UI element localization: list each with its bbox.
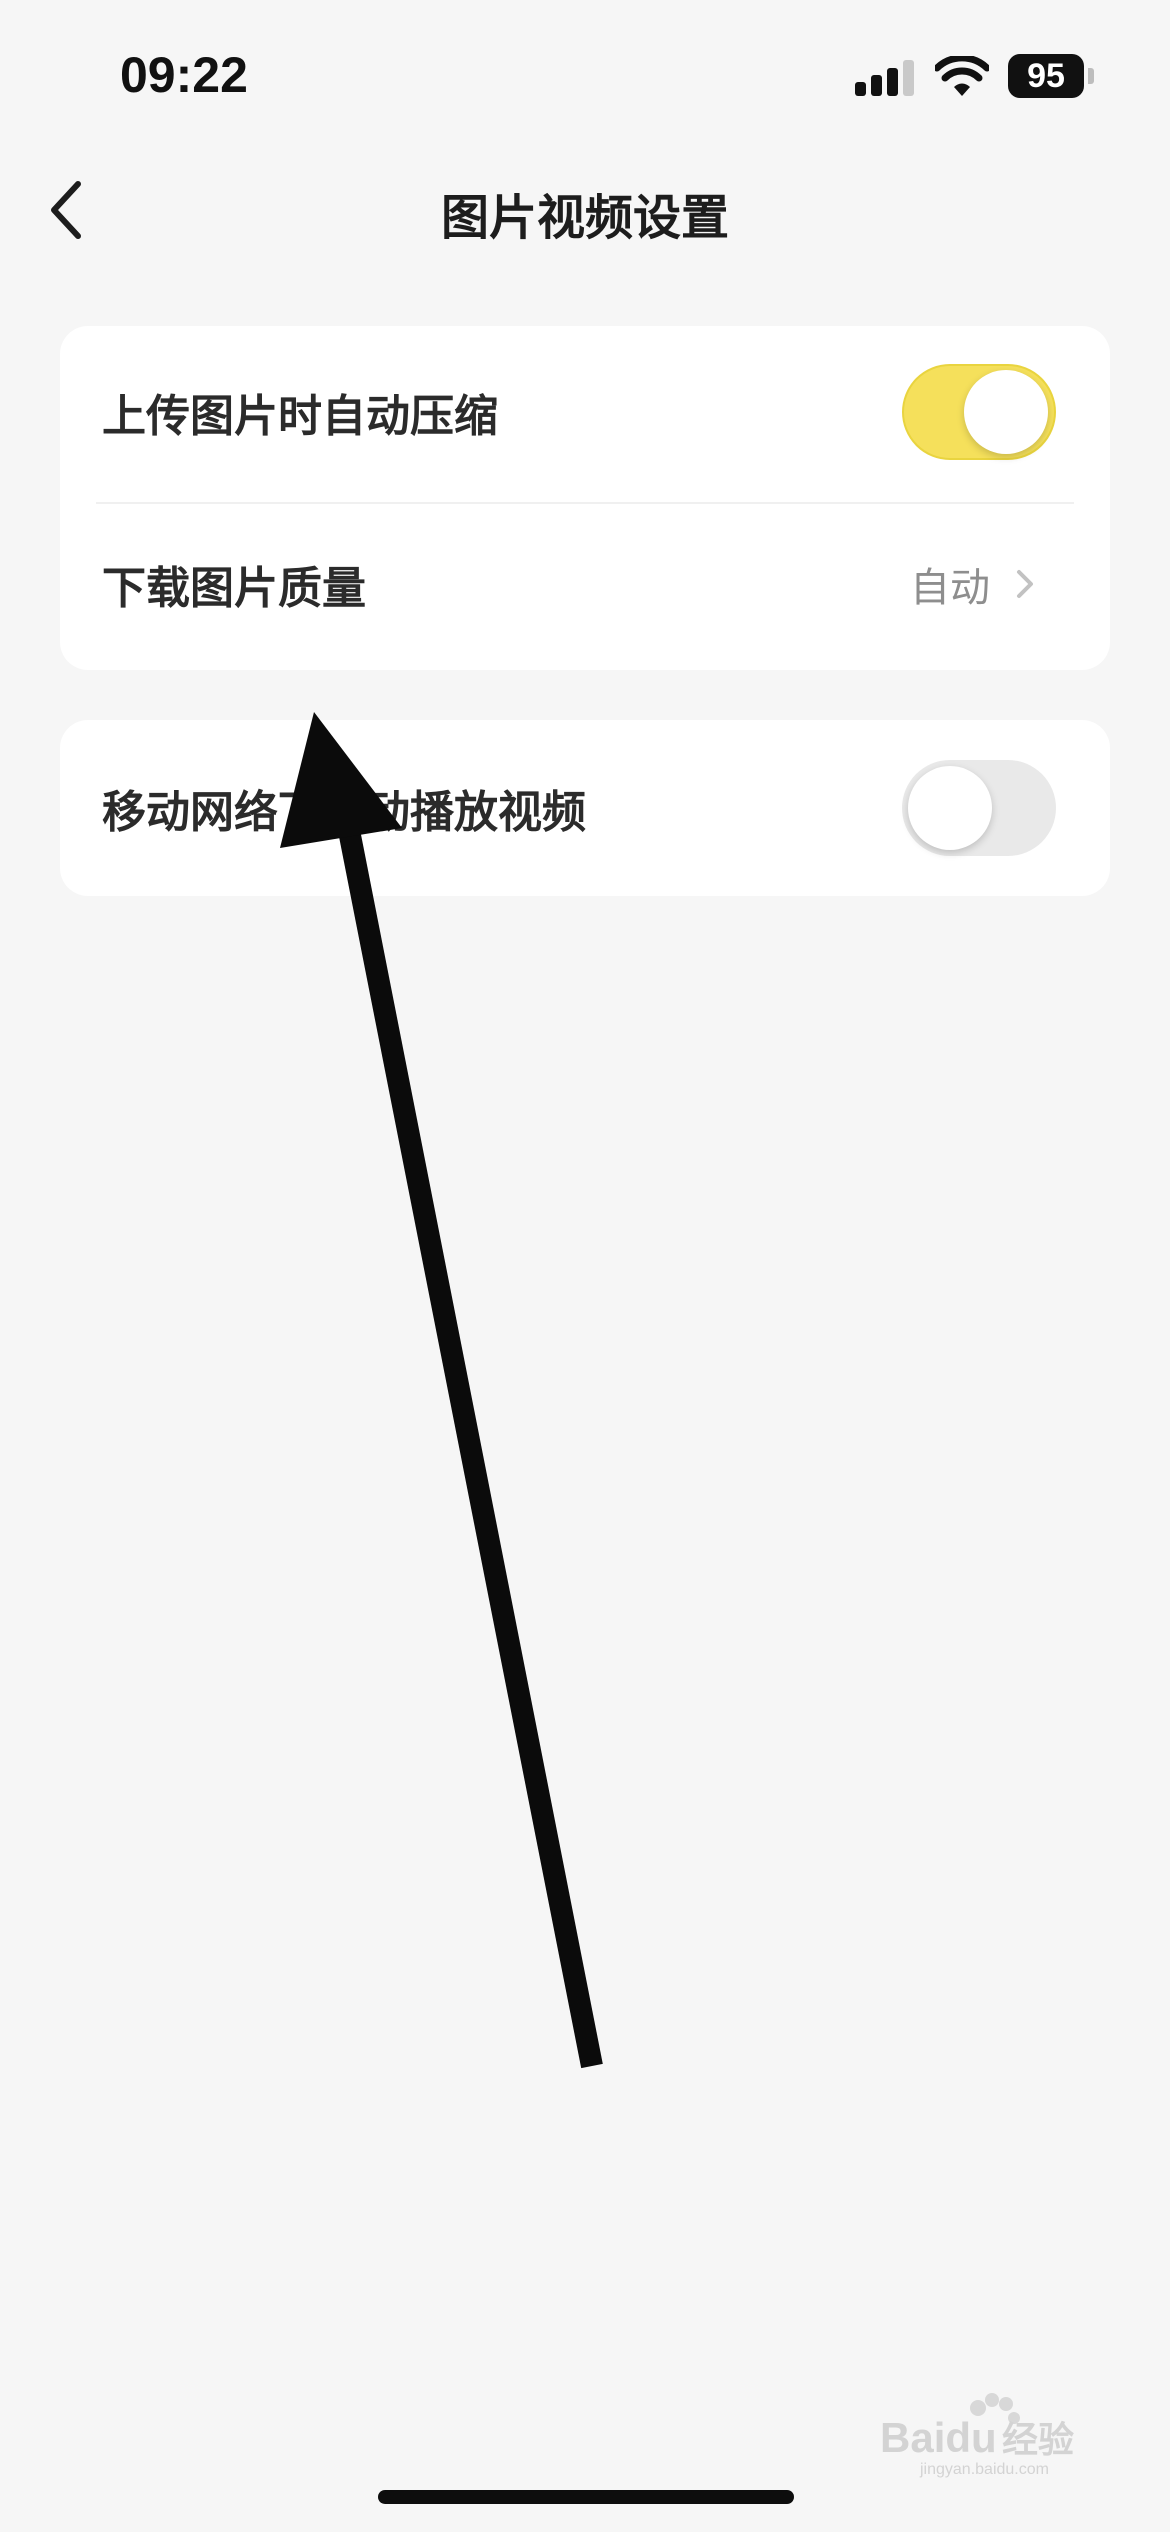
- status-bar: 09:22 95: [0, 0, 1170, 140]
- svg-text:Baidu: Baidu: [880, 2414, 997, 2461]
- baidu-watermark-logo: Baidu 经验 jingyan.baidu.com: [880, 2393, 1074, 2478]
- autoplay-toggle[interactable]: [902, 760, 1056, 856]
- status-time: 09:22: [120, 47, 248, 103]
- toggle-knob: [964, 370, 1048, 454]
- page-title: 图片视频设置: [440, 190, 729, 246]
- chevron-right-icon: [1017, 570, 1033, 598]
- setting-label: 上传图片时自动压缩: [102, 391, 498, 442]
- home-indicator: [378, 2490, 794, 2504]
- compress-toggle[interactable]: [902, 364, 1056, 460]
- screen: 09:22 95 图片视频设置 上传图片时自动压缩 下载图片质量 自动 移动网络…: [0, 0, 1170, 2532]
- setting-label: 下载图片质量: [102, 563, 366, 614]
- setting-label: 移动网络下自动播放视频: [102, 787, 586, 838]
- svg-text:jingyan.baidu.com: jingyan.baidu.com: [919, 2461, 1049, 2478]
- toggle-knob: [908, 766, 992, 850]
- settings-card-video: 移动网络下自动播放视频: [60, 720, 1110, 896]
- setting-row-compress: 上传图片时自动压缩: [60, 326, 1110, 498]
- svg-text:经验: 经验: [1002, 2420, 1074, 2461]
- cellular-signal-icon: [855, 60, 915, 96]
- setting-row-quality[interactable]: 下载图片质量 自动: [60, 498, 1110, 670]
- battery-tip-icon: [1088, 68, 1094, 84]
- settings-card-images: 上传图片时自动压缩 下载图片质量 自动: [60, 326, 1110, 670]
- nav-bar: 图片视频设置: [0, 150, 1170, 270]
- wifi-icon: [935, 56, 989, 96]
- quality-value: 自动: [910, 565, 990, 611]
- battery-level: 95: [1008, 54, 1084, 98]
- setting-row-autoplay: 移动网络下自动播放视频: [60, 720, 1110, 896]
